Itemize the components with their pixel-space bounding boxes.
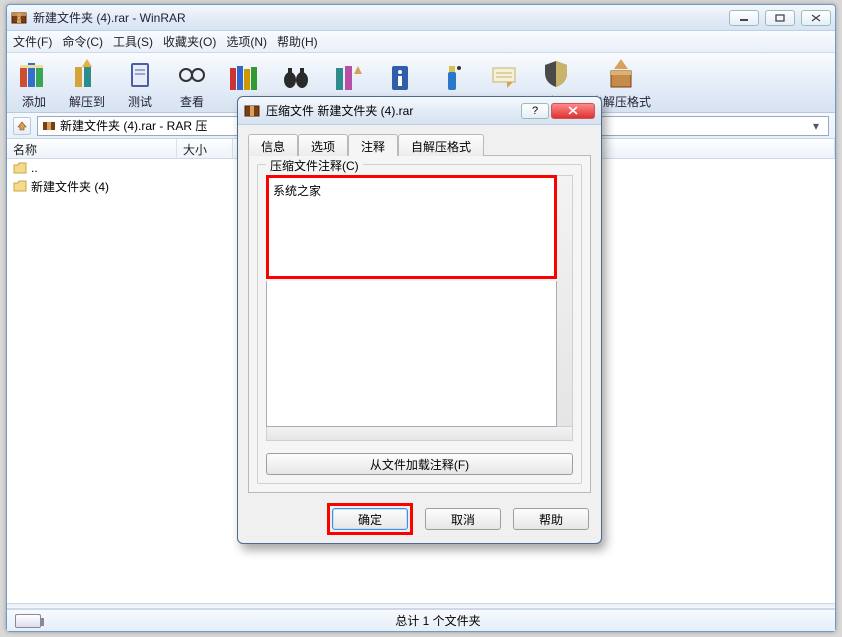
glasses-icon xyxy=(175,57,209,91)
books-add-icon xyxy=(17,57,51,91)
app-icon xyxy=(11,10,27,26)
comment-textarea[interactable] xyxy=(269,178,554,276)
box-arrow-icon xyxy=(604,57,638,91)
status-text: 总计 1 个文件夹 xyxy=(49,612,827,629)
dialog-app-icon xyxy=(244,103,260,119)
dialog-titlebar: 压缩文件 新建文件夹 (4).rar ? xyxy=(238,97,601,125)
comment-icon xyxy=(487,60,521,94)
tool-view[interactable]: 查看 xyxy=(175,57,209,110)
tab-options[interactable]: 选项 xyxy=(298,134,348,156)
highlight-comment-top xyxy=(266,175,557,279)
cancel-button[interactable]: 取消 xyxy=(425,508,501,530)
dialog-button-row: 确定 取消 帮助 xyxy=(238,501,601,543)
close-button[interactable] xyxy=(801,10,831,26)
maximize-button[interactable] xyxy=(765,10,795,26)
path-text: 新建文件夹 (4).rar - RAR 压 xyxy=(60,117,207,134)
books-color-icon xyxy=(227,60,261,94)
col-name[interactable]: 名称 xyxy=(7,139,177,158)
comment-group-title: 压缩文件注释(C) xyxy=(266,157,363,174)
folder-up-icon xyxy=(13,162,27,174)
tool-extract[interactable]: 解压到 xyxy=(69,57,105,110)
tab-comment[interactable]: 注释 xyxy=(348,134,398,156)
list-item-label: 新建文件夹 (4) xyxy=(31,178,109,195)
dialog-title: 压缩文件 新建文件夹 (4).rar xyxy=(266,102,515,119)
path-dropdown-icon[interactable]: ▾ xyxy=(808,119,824,133)
insecticide-icon xyxy=(435,60,469,94)
tab-info[interactable]: 信息 xyxy=(248,134,298,156)
window-buttons xyxy=(729,10,831,26)
folder-icon xyxy=(13,180,27,192)
scrollbar[interactable] xyxy=(557,175,573,427)
tool-extract-label: 解压到 xyxy=(69,93,105,110)
minimize-button[interactable] xyxy=(729,10,759,26)
book-test-icon xyxy=(123,57,157,91)
archive-icon xyxy=(42,119,56,133)
menu-cmd[interactable]: 命令(C) xyxy=(62,33,103,50)
tool-view-label: 查看 xyxy=(180,93,204,110)
tab-sfx[interactable]: 自解压格式 xyxy=(398,134,484,156)
books-wizard-icon xyxy=(331,60,365,94)
info-icon xyxy=(383,60,417,94)
binoculars-icon xyxy=(279,60,313,94)
shield-icon xyxy=(539,57,573,91)
tab-pane: 压缩文件注释(C) 从文件加载注释(F) xyxy=(248,155,591,493)
titlebar: 新建文件夹 (4).rar - WinRAR xyxy=(7,5,835,31)
comment-groupbox: 压缩文件注释(C) 从文件加载注释(F) xyxy=(257,164,582,484)
tool-add[interactable]: 添加 xyxy=(17,57,51,110)
tool-test-label: 测试 xyxy=(128,93,152,110)
tool-test[interactable]: 测试 xyxy=(123,57,157,110)
statusbar: 总计 1 个文件夹 xyxy=(7,609,835,631)
highlight-ok: 确定 xyxy=(327,503,413,535)
menu-file[interactable]: 文件(F) xyxy=(13,33,52,50)
scrollbar-horizontal[interactable] xyxy=(266,427,573,441)
tool-add-label: 添加 xyxy=(22,93,46,110)
menu-tool[interactable]: 工具(S) xyxy=(113,33,153,50)
dialog-help-button[interactable]: ? xyxy=(521,103,549,119)
list-item-up-label: .. xyxy=(31,161,38,175)
load-comment-button[interactable]: 从文件加载注释(F) xyxy=(266,453,573,475)
tabstrip: 信息 选项 注释 自解压格式 xyxy=(248,133,591,155)
archive-dialog: 压缩文件 新建文件夹 (4).rar ? 信息 选项 注释 自解压格式 压缩文件… xyxy=(237,96,602,544)
menu-help[interactable]: 帮助(H) xyxy=(277,33,318,50)
comment-textarea-lower[interactable] xyxy=(266,281,557,427)
books-extract-icon xyxy=(70,57,104,91)
window-title: 新建文件夹 (4).rar - WinRAR xyxy=(33,9,729,26)
disk-icon xyxy=(15,614,41,628)
menu-opt[interactable]: 选项(N) xyxy=(226,33,267,50)
ok-button[interactable]: 确定 xyxy=(332,508,408,530)
nav-up-button[interactable] xyxy=(13,117,31,135)
dialog-body: 信息 选项 注释 自解压格式 压缩文件注释(C) xyxy=(238,125,601,501)
help-button[interactable]: 帮助 xyxy=(513,508,589,530)
menubar: 文件(F) 命令(C) 工具(S) 收藏夹(O) 选项(N) 帮助(H) xyxy=(7,31,835,53)
menu-fav[interactable]: 收藏夹(O) xyxy=(163,33,216,50)
col-size[interactable]: 大小 xyxy=(177,139,233,158)
dialog-close-button[interactable] xyxy=(551,103,595,119)
